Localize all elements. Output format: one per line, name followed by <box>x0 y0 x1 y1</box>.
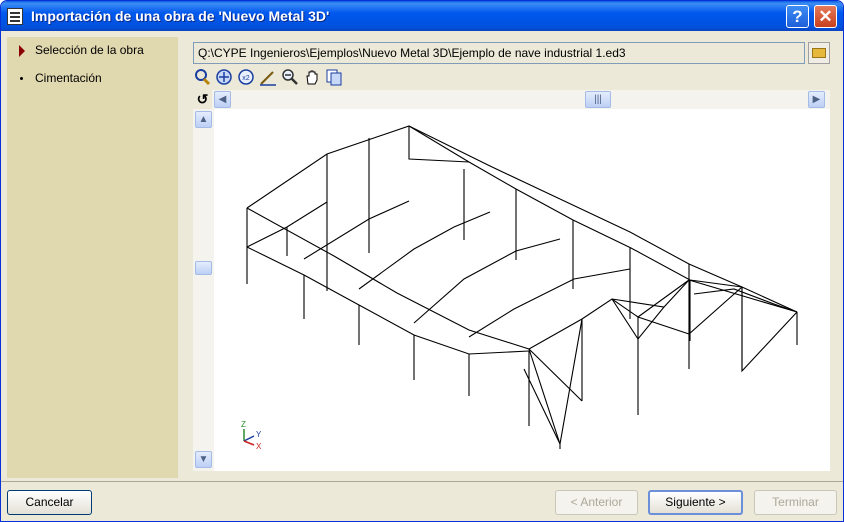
zoom-x2-label: x2 <box>242 75 250 82</box>
horizontal-scrollbar[interactable]: ◀ ||| ▶ <box>212 90 830 110</box>
browse-button[interactable] <box>808 42 830 64</box>
help-button[interactable]: ? <box>786 5 809 28</box>
zoom-out-icon[interactable] <box>281 68 299 86</box>
pan-hand-icon[interactable] <box>303 68 321 86</box>
step-label: Selección de la obra <box>35 43 144 57</box>
footer-divider <box>1 481 843 482</box>
file-path-field[interactable]: Q:\CYPE Ingenieros\Ejemplos\Nuevo Metal … <box>193 42 805 64</box>
vertical-scrollbar[interactable]: ▲ ▼ <box>193 109 214 471</box>
app-icon <box>7 8 23 25</box>
axis-triad: Z Y X <box>241 420 262 451</box>
main-panel: Q:\CYPE Ingenieros\Ejemplos\Nuevo Metal … <box>178 37 839 478</box>
title-bar: Importación de una obra de 'Nuevo Metal … <box>1 1 843 31</box>
scroll-left-arrow-icon[interactable]: ◀ <box>214 91 231 108</box>
horizontal-scroll-thumb[interactable]: ||| <box>585 91 611 108</box>
previous-button[interactable]: < Anterior <box>555 490 638 515</box>
steps-sidebar: Selección de la obra Cimentación <box>7 37 178 478</box>
step-label: Cimentación <box>35 71 102 85</box>
reset-rotation-button[interactable]: ↺ <box>193 90 212 109</box>
next-button[interactable]: Siguiente > <box>648 490 743 515</box>
current-step-arrow-icon <box>19 45 25 57</box>
import-dialog: Importación de una obra de 'Nuevo Metal … <box>0 0 844 522</box>
zoom-x2-icon[interactable]: x2 <box>237 68 255 86</box>
finish-button[interactable]: Terminar <box>754 490 837 515</box>
bullet-icon <box>20 77 23 80</box>
scroll-up-arrow-icon[interactable]: ▲ <box>195 111 212 128</box>
model-canvas[interactable]: Z Y X <box>214 109 830 471</box>
structure-wireframe: Z Y X <box>241 125 798 451</box>
axis-y-label: Y <box>256 430 262 439</box>
cancel-button[interactable]: Cancelar <box>7 490 92 515</box>
step-seleccion-obra[interactable]: Selección de la obra <box>7 39 178 61</box>
copy-view-icon[interactable] <box>325 68 343 86</box>
model-viewport: ↺ ◀ ||| ▶ ▲ ▼ Z Y X <box>193 90 830 471</box>
axis-z-label: Z <box>241 420 246 429</box>
rotate-view-icon[interactable] <box>193 68 211 86</box>
zoom-all-icon[interactable] <box>215 68 233 86</box>
open-folder-icon <box>812 48 826 58</box>
vertical-scroll-thumb[interactable] <box>195 261 212 275</box>
zoom-window-icon[interactable] <box>259 68 277 86</box>
step-cimentacion[interactable]: Cimentación <box>7 67 178 89</box>
window-title: Importación de una obra de 'Nuevo Metal … <box>31 8 330 24</box>
scroll-right-arrow-icon[interactable]: ▶ <box>808 91 825 108</box>
scroll-down-arrow-icon[interactable]: ▼ <box>195 451 212 468</box>
axis-x-label: X <box>256 442 262 451</box>
close-button[interactable]: ✕ <box>814 5 837 28</box>
